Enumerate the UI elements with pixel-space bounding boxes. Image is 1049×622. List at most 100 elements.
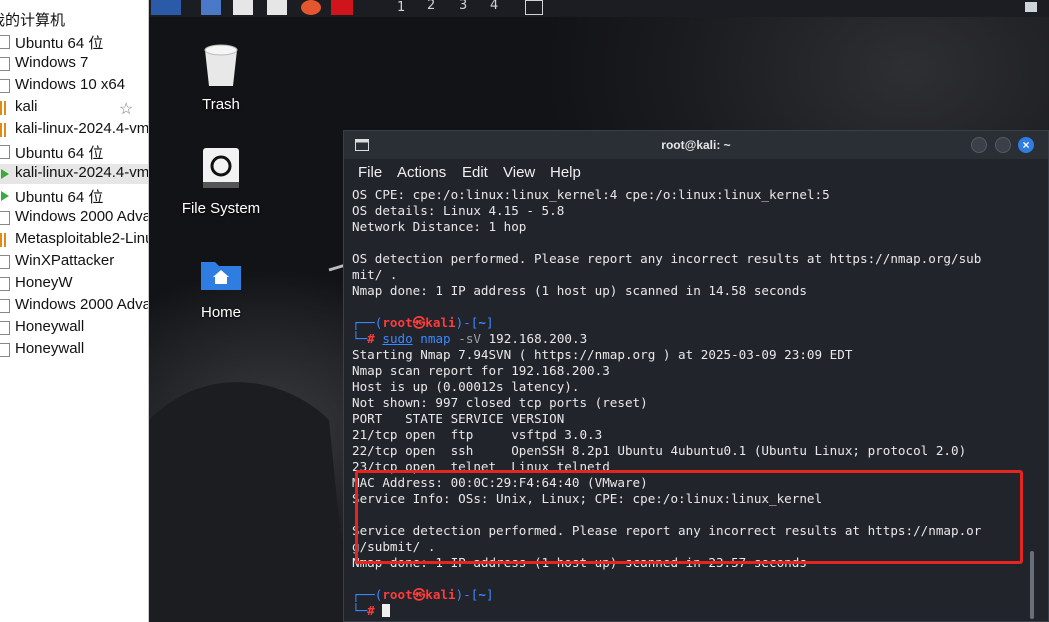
window-switcher-icon[interactable]: [525, 0, 543, 15]
vm-list-item[interactable]: Windows 2000 Advanced Server: [0, 208, 148, 228]
vm-library-sidebar: 我的计算机 Ubuntu 64 位 Windows 7 Windows 10 x64…: [0, 0, 149, 622]
vm-icon: [0, 255, 10, 269]
vm-list-item[interactable]: Windows 7: [0, 54, 148, 74]
workspace-2[interactable]: 2: [427, 0, 435, 13]
terminal-launcher-icon[interactable]: [331, 0, 353, 15]
menu-actions[interactable]: Actions: [397, 164, 446, 181]
workspace-1[interactable]: 1: [397, 0, 405, 15]
kali-menu-icon[interactable]: [151, 0, 181, 15]
output-line: mit/ .: [352, 267, 398, 282]
terminal-window[interactable]: root@kali: ~ × File Actions Edit View He…: [343, 130, 1049, 622]
output-line: 22/tcp open ssh OpenSSH 8.2p1 Ubuntu 4ub…: [352, 443, 967, 458]
vm-running-icon: [0, 167, 10, 181]
output-line: Starting Nmap 7.94SVN ( https://nmap.org…: [352, 347, 853, 362]
vm-list-item-label: Metasploitable2-Linux: [15, 230, 148, 247]
vm-list-item[interactable]: Windows 2000 Advanced Server: [0, 296, 148, 316]
vm-list-item[interactable]: Metasploitable2-Linux: [0, 230, 148, 250]
text-cursor: [382, 604, 391, 617]
home-folder-icon: [201, 262, 241, 290]
firefox-icon[interactable]: [301, 0, 321, 15]
drive-icon: [203, 148, 239, 188]
vm-list-item-label: Windows 2000 Advanced Server: [15, 208, 148, 225]
output-line: OS details: Linux 4.15 - 5.8: [352, 203, 565, 218]
vm-list-item-label: Ubuntu 64 位: [15, 189, 104, 206]
vm-icon: [0, 35, 10, 49]
vm-suspended-icon: [0, 123, 10, 137]
command-line: └─# sudo nmap -sV 192.168.200.3: [352, 331, 588, 346]
vm-icon: [0, 321, 10, 335]
vm-suspended-icon: [0, 101, 10, 115]
output-line: PORT STATE SERVICE VERSION: [352, 411, 565, 426]
menu-edit[interactable]: Edit: [462, 164, 488, 181]
vm-list-item-label: Ubuntu 64 位: [15, 35, 104, 52]
terminal-scrollbar[interactable]: [1030, 551, 1034, 619]
top-panel: 1 2 3 4: [149, 0, 1049, 17]
close-button[interactable]: ×: [1018, 137, 1034, 153]
menu-file[interactable]: File: [358, 164, 382, 181]
file-manager-icon[interactable]: [233, 0, 253, 15]
vm-list-item-label: Ubuntu 64 位: [15, 145, 104, 162]
vm-list-item-label: kali-linux-2024.4-vmware-amd64: [15, 120, 148, 137]
library-root-label[interactable]: 我的计算机: [0, 9, 65, 30]
vm-list-item[interactable]: kali-linux-2024.4-vmware-amd64: [0, 164, 148, 184]
vm-list-item-label: WinXPattacker: [15, 252, 115, 269]
prompt-user: root: [382, 315, 413, 330]
workspace-4[interactable]: 4: [490, 0, 498, 13]
cmd-target: 192.168.200.3: [488, 331, 588, 346]
prompt-path: ~: [478, 315, 486, 330]
vm-list-item-label: kali: [15, 98, 38, 115]
vm-list-item[interactable]: WinXPattacker: [0, 252, 148, 272]
vm-icon: [0, 57, 10, 71]
vm-list-item[interactable]: Honeywall: [0, 318, 148, 338]
output-line: OS CPE: cpe:/o:linux:linux_kernel:4 cpe:…: [352, 187, 830, 202]
cmd-binary: nmap: [420, 331, 451, 346]
vm-list-item[interactable]: kali ☆: [0, 98, 148, 118]
maximize-button[interactable]: [995, 137, 1011, 153]
cmd-flag: -sV: [458, 331, 481, 346]
prompt-host: kali: [425, 587, 456, 602]
menu-help[interactable]: Help: [550, 164, 581, 181]
vm-list-item[interactable]: Ubuntu 64 位: [0, 32, 148, 52]
active-command-line[interactable]: └─#: [352, 603, 1024, 619]
vm-icon: [0, 343, 10, 357]
desktop-icon-trash[interactable]: Trash: [171, 42, 271, 113]
vm-list-item-label: Windows 7: [15, 54, 89, 71]
output-line: Network Distance: 1 hop: [352, 219, 527, 234]
vm-list-item[interactable]: Windows 10 x64: [0, 76, 148, 96]
vm-list-item[interactable]: HoneyW: [0, 274, 148, 294]
show-desktop-icon[interactable]: [201, 0, 221, 15]
output-line: OS detection performed. Please report an…: [352, 251, 982, 266]
red-highlight-box: [355, 470, 1023, 564]
output-line: Not shown: 997 closed tcp ports (reset): [352, 395, 648, 410]
vm-list-item[interactable]: Honeywall: [0, 340, 148, 360]
minimize-button[interactable]: [971, 137, 987, 153]
favorite-star-icon[interactable]: ☆: [119, 99, 133, 118]
vm-list-item-label: Honeywall: [15, 340, 85, 357]
vm-list-item[interactable]: kali-linux-2024.4-vmware-amd64: [0, 120, 148, 140]
desktop-icon-label: File System: [181, 200, 261, 217]
system-tray-icon[interactable]: [1025, 2, 1037, 12]
terminal-titlebar[interactable]: root@kali: ~ ×: [344, 131, 1048, 159]
terminal-title: root@kali: ~: [661, 138, 731, 152]
prompt-line: ┌──(root㉿kali)-[~]: [352, 587, 494, 602]
menu-view[interactable]: View: [503, 164, 535, 181]
vm-list-item[interactable]: Ubuntu 64 位: [0, 142, 148, 162]
output-block-previous: OS CPE: cpe:/o:linux:linux_kernel:4 cpe:…: [352, 187, 1024, 315]
desktop-icon-file-system[interactable]: File System: [171, 146, 271, 217]
desktop-icon-label: Trash: [202, 96, 240, 113]
terminal-output[interactable]: OS CPE: cpe:/o:linux:linux_kernel:4 cpe:…: [352, 187, 1024, 619]
vm-suspended-icon: [0, 233, 10, 247]
prompt-user: root: [382, 587, 413, 602]
text-editor-icon[interactable]: [267, 0, 287, 15]
vm-icon: [0, 299, 10, 313]
vm-list-item[interactable]: Ubuntu 64 位: [0, 186, 148, 206]
vm-list-item-label: Windows 2000 Advanced Server: [15, 296, 148, 313]
vm-icon: [0, 145, 10, 159]
workspace-3[interactable]: 3: [459, 0, 467, 13]
desktop-icon-home[interactable]: Home: [171, 256, 271, 321]
vm-list-item-label: Windows 10 x64: [15, 76, 126, 93]
vm-icon: [0, 277, 10, 291]
output-line: Host is up (0.00012s latency).: [352, 379, 580, 394]
